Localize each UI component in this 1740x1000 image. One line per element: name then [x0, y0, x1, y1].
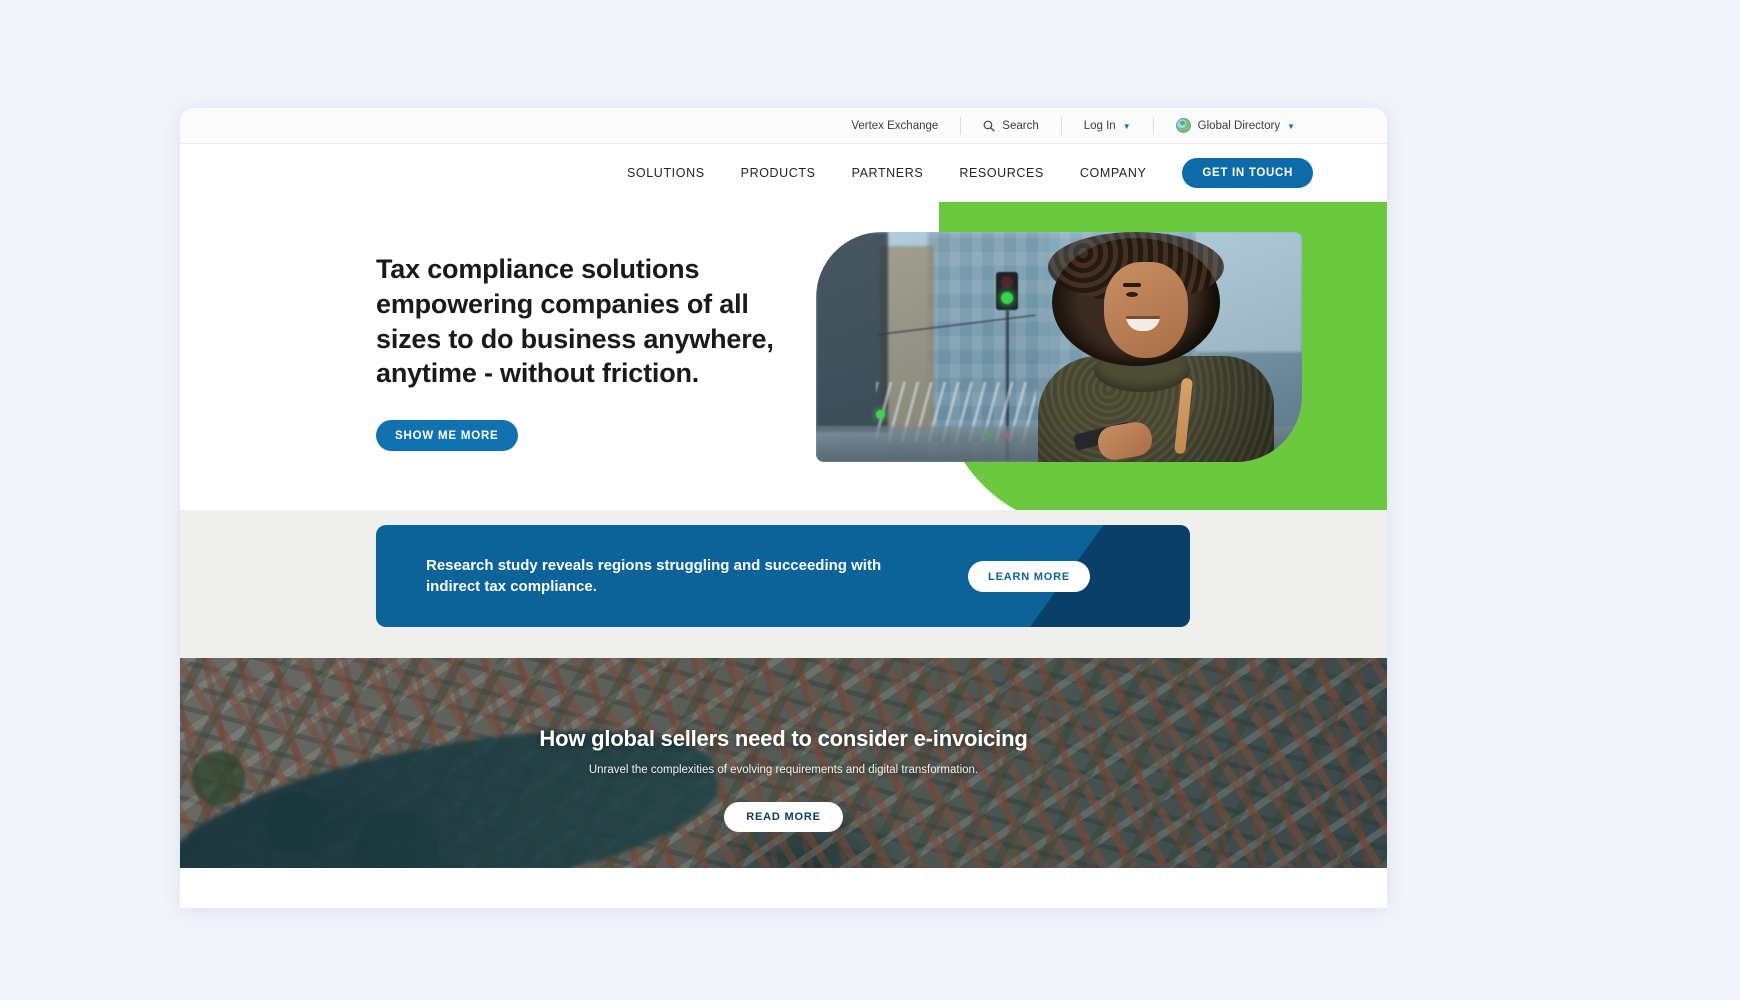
person-eyebrow — [1123, 283, 1141, 287]
e-invoicing-section: How global sellers need to consider e-in… — [180, 658, 1387, 868]
research-banner[interactable]: Research study reveals regions strugglin… — [376, 525, 1190, 627]
person-face — [1104, 262, 1188, 358]
hero-text-block: Tax compliance solutions empowering comp… — [376, 252, 776, 452]
global-directory-label: Global Directory — [1197, 119, 1281, 132]
show-me-more-button[interactable]: SHOW ME MORE — [376, 420, 518, 452]
traffic-light-green — [1001, 292, 1013, 304]
chevron-down-icon: ▼ — [1287, 122, 1295, 131]
traffic-light-red — [1001, 276, 1013, 288]
global-directory-menu[interactable]: Global Directory ▼ — [1154, 114, 1317, 138]
e-invoicing-subtitle: Unravel the complexities of evolving req… — [588, 764, 979, 776]
hero-section: Tax compliance solutions empowering comp… — [180, 202, 1387, 510]
website-card: Vertex Exchange Search Log In ▼ Global D… — [180, 108, 1387, 908]
read-more-button[interactable]: READ MORE — [724, 802, 843, 832]
hero-image-signal-light — [876, 410, 885, 419]
globe-icon — [1175, 118, 1191, 133]
hero-image — [816, 232, 1302, 462]
search-button[interactable]: Search — [961, 114, 1060, 138]
search-icon — [983, 120, 995, 132]
person-eye — [1126, 292, 1138, 297]
login-label: Log In — [1083, 119, 1116, 132]
vertex-exchange-label: Vertex Exchange — [851, 119, 939, 132]
nav-item-partners[interactable]: PARTNERS — [852, 166, 924, 180]
get-in-touch-button[interactable]: GET IN TOUCH — [1182, 158, 1313, 188]
e-invoicing-content: How global sellers need to consider e-in… — [180, 658, 1387, 868]
e-invoicing-headline: How global sellers need to consider e-in… — [539, 726, 1028, 751]
learn-more-button[interactable]: LEARN MORE — [968, 561, 1090, 592]
utility-bar: Vertex Exchange Search Log In ▼ Global D… — [180, 108, 1387, 144]
nav-item-solutions[interactable]: SOLUTIONS — [627, 166, 705, 180]
research-band: Research study reveals regions strugglin… — [180, 510, 1387, 658]
utility-link-vertex-exchange[interactable]: Vertex Exchange — [829, 114, 960, 138]
nav-item-resources[interactable]: RESOURCES — [959, 166, 1044, 180]
research-banner-headline: Research study reveals regions strugglin… — [426, 556, 882, 595]
search-label: Search — [1002, 119, 1039, 132]
login-menu[interactable]: Log In ▼ — [1062, 114, 1153, 138]
hero-headline: Tax compliance solutions empowering comp… — [376, 254, 774, 389]
main-navigation: SOLUTIONS PRODUCTS PARTNERS RESOURCES CO… — [180, 144, 1387, 202]
hero-image-person — [1030, 232, 1280, 462]
traffic-light-icon — [996, 272, 1018, 310]
nav-item-company[interactable]: COMPANY — [1080, 166, 1146, 180]
nav-item-products[interactable]: PRODUCTS — [741, 166, 816, 180]
chevron-down-icon: ▼ — [1122, 122, 1131, 131]
